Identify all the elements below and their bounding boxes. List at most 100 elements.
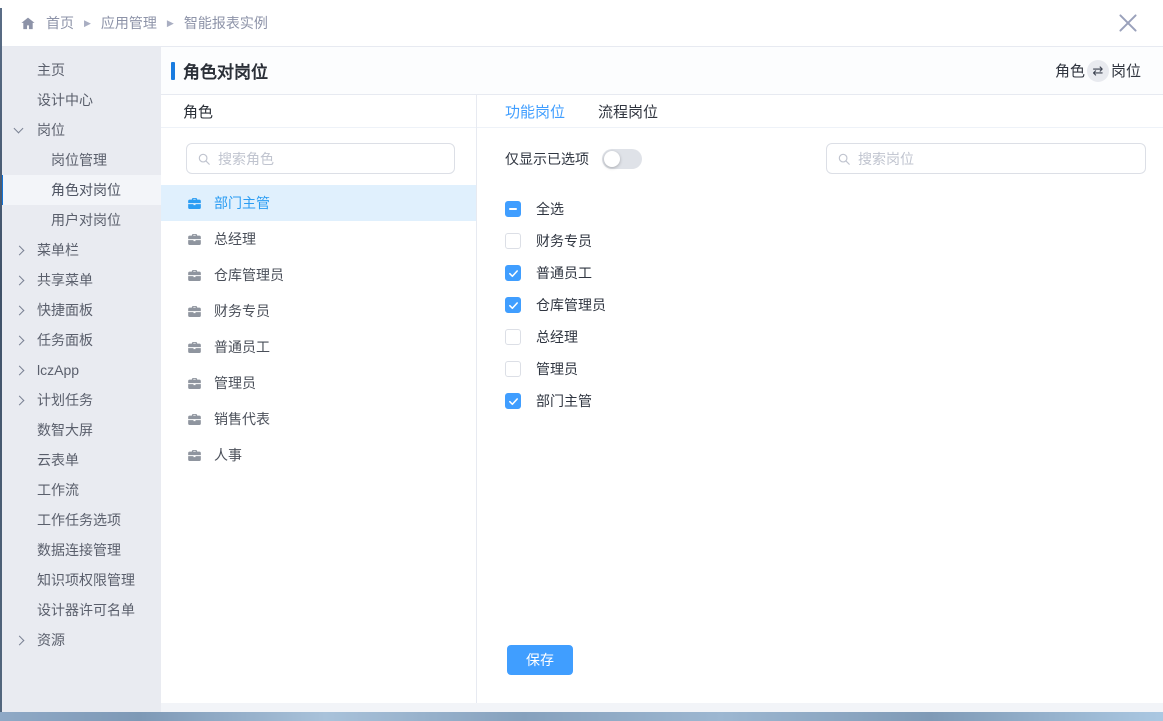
checkbox[interactable] [505,361,521,377]
swap-glyph: ⇄ [1093,64,1104,77]
role-list-item[interactable]: 财务专员 [161,293,476,329]
sidebar-item-label: 菜单栏 [37,240,79,260]
sidebar-item-label: 资源 [37,630,65,650]
position-search-input[interactable] [858,151,1135,167]
sidebar-item[interactable]: 共享菜单 [0,265,161,295]
sidebar-item-label: 工作任务选项 [37,510,121,530]
position-checkbox-row[interactable]: 普通员工 [505,257,1163,289]
home-icon[interactable] [20,16,36,31]
save-button[interactable]: 保存 [507,645,573,675]
sidebar-item-label: 云表单 [37,450,79,470]
checkbox[interactable] [505,265,521,281]
sidebar-item[interactable]: 知识项权限管理 [0,565,161,595]
only-selected-label: 仅显示已选项 [505,149,589,169]
sidebar-item[interactable]: 快捷面板 [0,295,161,325]
checkbox[interactable] [505,393,521,409]
role-item-label: 销售代表 [214,409,270,429]
checkbox[interactable] [505,201,521,217]
sidebar-item[interactable]: 工作流 [0,475,161,505]
chevron-right-icon [15,307,37,314]
sidebar-item-label: 数据连接管理 [37,540,121,560]
swap-icon[interactable]: ⇄ [1087,60,1109,82]
role-list-item[interactable]: 普通员工 [161,329,476,365]
sidebar-item-label: 工作流 [37,480,79,500]
breadcrumb-bar: 首页▶应用管理▶智能报表实例 [0,0,1163,47]
only-selected-toggle[interactable] [602,149,642,169]
main-area: 角色对岗位 角色 ⇄ 岗位 角色 [161,47,1163,712]
position-checkbox-row[interactable]: 全选 [505,193,1163,225]
positions-controls: 仅显示已选项 [477,128,1163,174]
position-checkbox-list: 全选 财务专员 普通员工 仓库管理员 总经理 管理员 [477,174,1163,645]
tab-active[interactable]: 功能岗位 [505,101,565,122]
sidebar-item[interactable]: 云表单 [0,445,161,475]
role-search-input[interactable] [218,151,444,167]
briefcase-icon [186,195,203,211]
chevron-right-icon [15,247,37,254]
position-checkbox-row[interactable]: 财务专员 [505,225,1163,257]
role-list-item[interactable]: 人事 [161,437,476,473]
role-list-item[interactable]: 仓库管理员 [161,257,476,293]
sidebar-item[interactable]: 资源 [0,625,161,655]
position-checkbox-row[interactable]: 仓库管理员 [505,289,1163,321]
tab-inactive[interactable]: 流程岗位 [598,101,658,122]
sidebar-item-label: 计划任务 [37,390,93,410]
role-item-label: 普通员工 [214,337,270,357]
position-checkbox-row[interactable]: 总经理 [505,321,1163,353]
window-edge-bottom [0,712,1163,721]
sidebar: 主页 设计中心 岗位 岗位管理 角色对岗位 用户对岗位 菜单栏 共享菜单 快捷面… [0,47,161,712]
sidebar-item-label: 知识项权限管理 [37,570,135,590]
position-checkbox-row[interactable]: 管理员 [505,353,1163,385]
sidebar-item-label: 数智大屏 [37,420,93,440]
sidebar-item[interactable]: 岗位 [0,115,161,145]
role-item-label: 仓库管理员 [214,265,284,285]
role-item-label: 总经理 [214,229,256,249]
breadcrumb-item[interactable]: 应用管理 [101,13,157,33]
sidebar-item[interactable]: 用户对岗位 [0,205,161,235]
close-icon[interactable] [1115,10,1141,36]
role-list-item[interactable]: 部门主管 [161,185,476,221]
positions-tabs: 功能岗位 流程岗位 [477,95,1163,128]
sidebar-item-label: 设计器许可名单 [37,600,135,620]
sidebar-item[interactable]: 数智大屏 [0,415,161,445]
sidebar-item[interactable]: 岗位管理 [0,145,161,175]
sidebar-item[interactable]: 工作任务选项 [0,505,161,535]
sidebar-item[interactable]: 设计器许可名单 [0,595,161,625]
role-item-label: 管理员 [214,373,256,393]
sidebar-item[interactable]: 任务面板 [0,325,161,355]
role-list-item[interactable]: 销售代表 [161,401,476,437]
chevron-right-icon [15,397,37,404]
checkbox[interactable] [505,329,521,345]
search-icon [197,152,211,166]
sidebar-item-label: lczApp [37,362,79,378]
breadcrumb-item[interactable]: 智能报表实例 [184,13,268,33]
role-list: 部门主管 总经理 仓库管理员 财务专员 普通员工 管理员 销售代表 人事 [161,185,476,703]
sidebar-item[interactable]: 数据连接管理 [0,535,161,565]
sidebar-item[interactable]: 菜单栏 [0,235,161,265]
roles-panel: 角色 部门主管 总经理 仓库管理员 财务专员 普通员工 管理员 [161,95,477,703]
search-icon [837,152,851,166]
breadcrumb-item[interactable]: 首页 [46,13,74,33]
checkbox[interactable] [505,233,521,249]
window-edge-left [0,8,2,712]
role-item-label: 部门主管 [214,193,270,213]
switcher-right-label: 岗位 [1111,60,1141,81]
briefcase-icon [186,267,203,283]
check-icon [508,268,519,279]
position-checkbox-row[interactable]: 部门主管 [505,385,1163,417]
window-edge-right [1157,0,1163,712]
sidebar-item[interactable]: 主页 [0,55,161,85]
sidebar-item[interactable]: 设计中心 [0,85,161,115]
app-window: 首页▶应用管理▶智能报表实例 主页 设计中心 岗位 岗位管理 角色对岗位 用户对… [0,0,1163,721]
sidebar-item[interactable]: lczApp [0,355,161,385]
sidebar-item[interactable]: 计划任务 [0,385,161,415]
briefcase-icon [186,411,203,427]
sidebar-item[interactable]: 角色对岗位 [0,175,161,205]
role-position-switcher[interactable]: 角色 ⇄ 岗位 [1055,60,1141,82]
chevron-right-icon [15,337,37,344]
checkbox[interactable] [505,297,521,313]
sidebar-item-label: 快捷面板 [37,300,93,320]
role-list-item[interactable]: 总经理 [161,221,476,257]
role-list-item[interactable]: 管理员 [161,365,476,401]
switcher-left-label: 角色 [1055,60,1085,81]
breadcrumb: 首页▶应用管理▶智能报表实例 [20,13,268,33]
